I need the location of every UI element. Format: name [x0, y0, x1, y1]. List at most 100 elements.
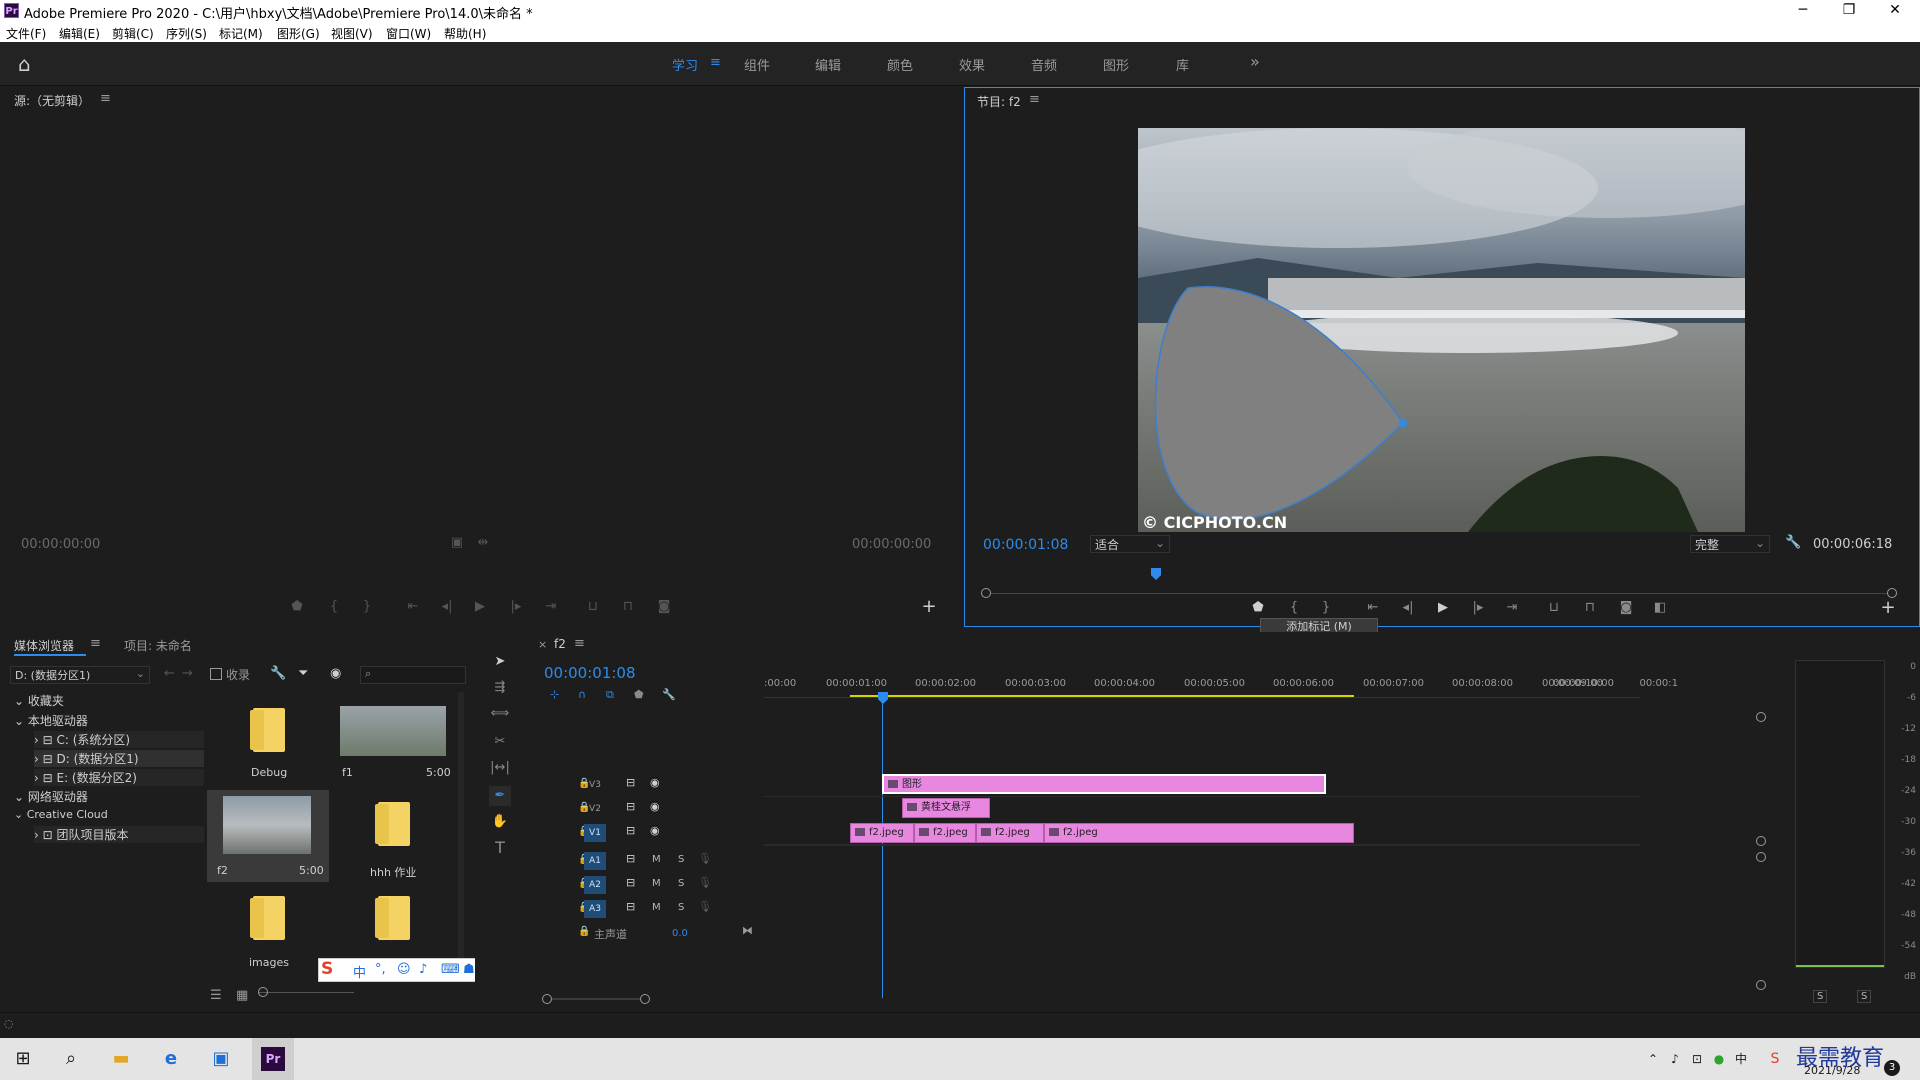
- menu-clip[interactable]: 剪辑(C): [112, 25, 154, 42]
- clip-graphic[interactable]: 图形: [882, 774, 1326, 794]
- ime-tray-icon[interactable]: 中: [1728, 1047, 1754, 1071]
- mute-button[interactable]: M: [652, 854, 661, 865]
- workspace-assembly[interactable]: 组件: [744, 55, 770, 74]
- timeline-playhead[interactable]: [878, 692, 888, 704]
- master-go-to-end-icon[interactable]: ⧓: [742, 924, 753, 937]
- search-icon[interactable]: ⌕: [58, 1047, 84, 1071]
- hand-tool-icon[interactable]: ✋: [489, 812, 511, 832]
- source-step-back-icon[interactable]: ◂|: [436, 597, 458, 617]
- file-explorer-icon[interactable]: ▬: [108, 1047, 134, 1071]
- work-area-bar[interactable]: [850, 695, 1354, 697]
- nest-icon[interactable]: ⊹: [550, 688, 559, 701]
- workspace-menu-icon[interactable]: ≡: [710, 55, 721, 70]
- search-input[interactable]: ⌕: [360, 666, 466, 684]
- premiere-taskbar-button[interactable]: Pr: [252, 1038, 294, 1080]
- menu-window[interactable]: 窗口(W): [386, 25, 431, 42]
- filter-icon[interactable]: ⏷: [298, 666, 308, 681]
- ime-keyboard-icon[interactable]: ⌨: [441, 962, 460, 977]
- home-icon[interactable]: ⌂: [18, 52, 31, 76]
- media-item-hhh[interactable]: hhh 作业: [332, 790, 454, 882]
- menu-graphics[interactable]: 图形(G): [277, 25, 320, 42]
- workspace-graphics[interactable]: 图形: [1103, 55, 1129, 74]
- thumbnail-size-slider[interactable]: [258, 992, 354, 993]
- sync-lock-icon[interactable]: ⊟: [626, 876, 635, 889]
- clip-f2-1[interactable]: f2.jpeg: [850, 823, 914, 843]
- tree-drive-d[interactable]: › ⊟ D: (数据分区1): [34, 750, 204, 767]
- type-tool-icon[interactable]: T: [489, 838, 511, 858]
- eye-icon[interactable]: ◉: [650, 776, 660, 789]
- track-select-tool-icon[interactable]: ⇶: [489, 678, 511, 698]
- media-item-debug[interactable]: Debug: [207, 696, 329, 788]
- workspace-libraries[interactable]: 库: [1176, 55, 1189, 74]
- track-a2-label[interactable]: A2: [584, 876, 606, 894]
- source-marker-icon[interactable]: ⬟: [286, 597, 308, 617]
- menu-help[interactable]: 帮助(H): [444, 25, 486, 42]
- app-icon[interactable]: ▣: [208, 1047, 234, 1071]
- slip-tool-icon[interactable]: |↔|: [489, 758, 511, 778]
- source-drag-icon[interactable]: ⇹: [472, 533, 494, 553]
- clip-f2-2[interactable]: f2.jpeg: [914, 823, 976, 843]
- track-a1-label[interactable]: A1: [584, 852, 606, 870]
- solo-button[interactable]: S: [678, 878, 684, 889]
- maximize-button[interactable]: ❐: [1826, 0, 1872, 22]
- shape-anchor-point[interactable]: [1399, 419, 1407, 427]
- vscroll-handle-mid[interactable]: [1756, 836, 1766, 846]
- source-panel-menu-icon[interactable]: ≡: [100, 91, 111, 106]
- source-insert-icon[interactable]: ⊔: [582, 597, 604, 617]
- workspace-effects[interactable]: 效果: [959, 55, 985, 74]
- selection-tool-icon[interactable]: ➤: [489, 652, 511, 672]
- mic-icon[interactable]: 🎙: [698, 852, 712, 865]
- program-timecode-current[interactable]: 00:00:01:08: [983, 537, 1068, 553]
- sync-lock-icon[interactable]: ⊟: [626, 900, 635, 913]
- close-button[interactable]: ✕: [1872, 0, 1918, 22]
- mark-in-icon[interactable]: {: [1283, 598, 1305, 618]
- media-item-f1[interactable]: f1 5:00: [332, 696, 454, 788]
- workspace-learning[interactable]: 学习: [672, 55, 698, 74]
- sogou-logo-icon[interactable]: S: [321, 959, 333, 979]
- goto-in-icon[interactable]: ⇤: [1362, 598, 1384, 618]
- snap-icon[interactable]: ∩: [578, 688, 586, 701]
- tree-drive-e[interactable]: › ⊟ E: (数据分区2): [34, 769, 204, 786]
- source-export-frame-icon[interactable]: ◙: [653, 597, 675, 617]
- source-timecode-current[interactable]: 00:00:00:00: [21, 537, 100, 552]
- mic-icon[interactable]: 🎙: [698, 900, 712, 913]
- comparison-view-icon[interactable]: ◧: [1649, 598, 1671, 618]
- media-browser-tab[interactable]: 媒体浏览器: [14, 637, 74, 654]
- timeline-timecode[interactable]: 00:00:01:08: [544, 664, 636, 682]
- mute-button[interactable]: M: [652, 878, 661, 889]
- vscroll-handle-bottom[interactable]: [1756, 980, 1766, 990]
- timeline-menu-icon[interactable]: ≡: [574, 636, 585, 651]
- vscroll-audio-handle[interactable]: [1756, 852, 1766, 862]
- forward-arrow-icon[interactable]: →: [182, 666, 193, 681]
- back-arrow-icon[interactable]: ←: [164, 666, 175, 681]
- program-add-button[interactable]: +: [1877, 598, 1899, 618]
- notification-badge[interactable]: 3: [1884, 1060, 1900, 1076]
- pen-tool-icon[interactable]: ✒: [489, 786, 511, 806]
- playback-resolution-select[interactable]: 完整 ⌄: [1690, 535, 1770, 553]
- menu-file[interactable]: 文件(F): [6, 25, 46, 42]
- horizontal-zoom-scrollbar[interactable]: [542, 994, 652, 1004]
- time-ruler[interactable]: :00:00 00:00:01:00 00:00:02:00 00:00:03:…: [764, 668, 1640, 698]
- menu-edit[interactable]: 编辑(E): [59, 25, 100, 42]
- menu-sequence[interactable]: 序列(S): [166, 25, 207, 42]
- zoom-fit-select[interactable]: 适合 ⌄: [1090, 535, 1170, 553]
- ime-emoji-icon[interactable]: ☺: [397, 962, 411, 977]
- source-play-icon[interactable]: ▶: [469, 597, 491, 617]
- workspace-more-button[interactable]: »: [1250, 52, 1260, 71]
- source-step-forward-icon[interactable]: |▸: [505, 597, 527, 617]
- media-scrollbar[interactable]: [458, 692, 464, 982]
- slider-handle[interactable]: [258, 987, 268, 997]
- sync-lock-icon[interactable]: ⊟: [626, 852, 635, 865]
- linked-selection-icon[interactable]: ⧉: [606, 688, 614, 702]
- clip-title[interactable]: 黄桂文悬浮: [902, 798, 990, 818]
- tree-team-projects[interactable]: › ⊡ 团队项目版本: [34, 826, 204, 843]
- drive-select[interactable]: D: (数据分区1) ⌄: [10, 666, 150, 684]
- project-tab[interactable]: 项目: 未命名: [124, 637, 192, 654]
- media-item-f2[interactable]: f2 5:00: [207, 790, 329, 882]
- ie-browser-icon[interactable]: e: [158, 1047, 184, 1071]
- ime-punct-icon[interactable]: °,: [375, 962, 386, 977]
- sequence-tab[interactable]: f2: [554, 637, 566, 651]
- scrub-start-handle[interactable]: [981, 588, 991, 598]
- program-video-frame[interactable]: © CICPHOTO.CN: [1138, 128, 1745, 532]
- view-icon[interactable]: ◉: [330, 666, 341, 681]
